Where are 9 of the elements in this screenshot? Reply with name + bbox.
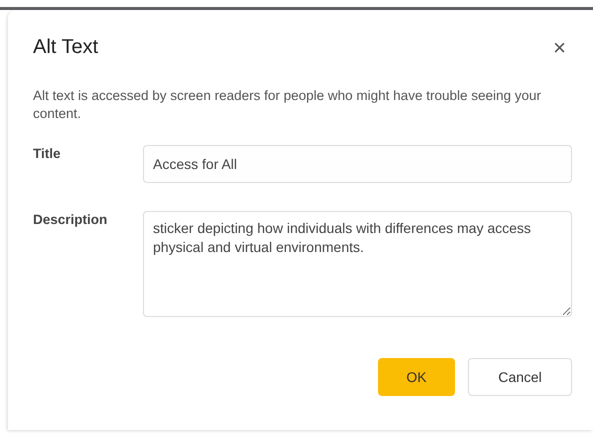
close-button[interactable]: ×: [547, 36, 572, 58]
intro-text: Alt text is accessed by screen readers for people who might have trouble seeing your content.: [33, 87, 542, 123]
dialog-title: Alt Text: [33, 36, 98, 59]
field-label: Title: [33, 145, 62, 161]
title-field[interactable]: Access for All: [143, 145, 572, 183]
ok-button[interactable]: OK: [378, 358, 455, 396]
field-label: Description: [33, 211, 108, 227]
description-field[interactable]: sticker depicting how individuals with differences may access physical and virtual environments.: [143, 211, 572, 317]
cancel-button[interactable]: Cancel: [468, 358, 572, 396]
